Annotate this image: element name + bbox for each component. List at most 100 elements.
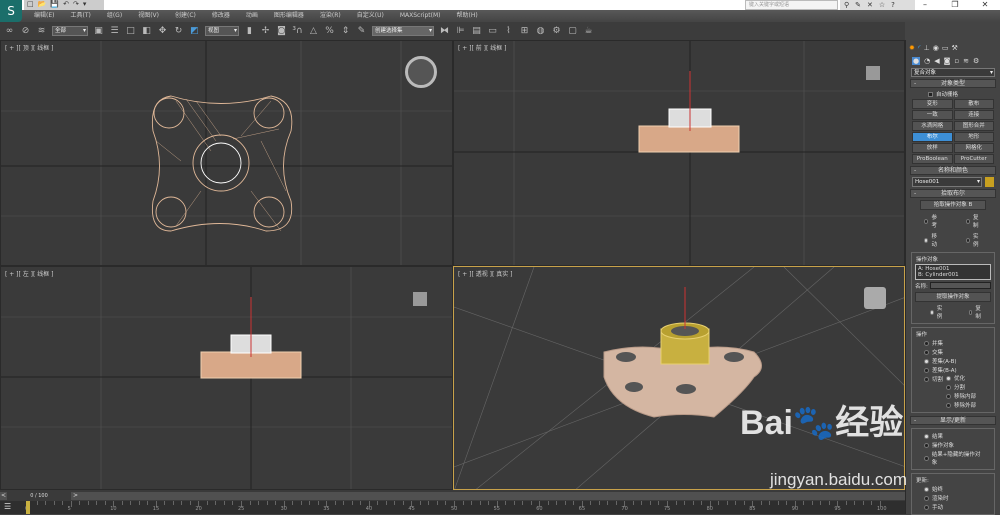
maximize-button[interactable]: ❐ (940, 0, 970, 10)
menu-item[interactable]: 图形编辑器 (266, 10, 312, 22)
operands-list[interactable]: A: Hose001 B: Cylinder001 (915, 264, 991, 280)
object-type-button[interactable]: 地形 (953, 132, 994, 142)
autogrid-checkbox[interactable] (928, 91, 933, 97)
rotate-icon[interactable]: ↻ (173, 26, 184, 37)
object-type-button[interactable]: 一致 (912, 110, 953, 120)
open-icon[interactable]: 📂 (38, 0, 47, 10)
radio-button[interactable] (924, 349, 929, 355)
unlink-icon[interactable]: ⊘ (20, 26, 31, 37)
link-icon[interactable]: ∞ (4, 26, 15, 37)
update-option[interactable]: 手动 (924, 503, 982, 511)
radio-button[interactable] (924, 358, 929, 364)
radio-button[interactable] (924, 442, 929, 448)
object-type-button[interactable]: ProBoolean (912, 154, 953, 164)
schematic-view-icon[interactable]: ⊞ (519, 26, 530, 37)
close-button[interactable]: ✕ (970, 0, 1000, 10)
render-setup-icon[interactable]: ⚙ (551, 26, 562, 37)
window-crossing-icon[interactable]: ◧ (141, 26, 152, 37)
helpers-icon[interactable]: ▫ (954, 57, 959, 65)
undo-icon[interactable]: ↶ (63, 0, 69, 10)
curve-editor-icon[interactable]: ⌇ (503, 26, 514, 37)
menu-item[interactable]: 帮助(H) (449, 10, 486, 22)
display-option[interactable]: 操作对象 (924, 441, 982, 449)
menu-item[interactable]: 工具(T) (62, 10, 98, 22)
object-type-button[interactable]: 网格化 (953, 143, 994, 153)
search-input[interactable]: 键入关键字或短语 (745, 0, 838, 10)
menu-item[interactable]: 修改器 (204, 10, 238, 22)
angle-snap-icon[interactable]: △ (308, 26, 319, 37)
radio-button[interactable] (924, 218, 929, 224)
align-icon[interactable]: ⊫ (455, 26, 466, 37)
viewport-front[interactable]: [ + ][ 前 ][ 线框 ] (453, 40, 905, 266)
menu-item[interactable]: 组(G) (99, 10, 130, 22)
redo-icon[interactable]: ↷ (73, 0, 79, 10)
radio-button[interactable] (965, 237, 970, 243)
extract-option[interactable]: 实例 (930, 304, 944, 320)
object-type-button[interactable]: 水滴网格 (912, 121, 953, 131)
object-name-input[interactable]: Hose001 (912, 177, 982, 187)
radio-button[interactable] (924, 367, 929, 373)
cut-option[interactable]: 移除内部 (946, 392, 982, 400)
pick-operand-b-button[interactable]: 拾取操作对象 B (920, 200, 986, 210)
prev-frame-icon[interactable]: < (1, 492, 6, 499)
viewport-perspective[interactable]: [ + ][ 透视 ][ 真实 ] (453, 266, 905, 490)
operation-option[interactable]: 差集(B-A) (924, 366, 982, 374)
cut-option[interactable]: 分割 (946, 383, 982, 391)
new-icon[interactable]: □ (27, 0, 34, 10)
customize-dropdown-icon[interactable]: ▾ (83, 0, 87, 10)
radio-button[interactable] (924, 376, 929, 382)
spacewarps-icon[interactable]: ≋ (963, 57, 969, 65)
radio-button[interactable] (924, 504, 929, 510)
move-icon[interactable]: ✥ (157, 26, 168, 37)
radio-button[interactable] (924, 486, 929, 492)
create-tab-icon[interactable]: ✹ (909, 44, 915, 52)
geometry-icon[interactable]: ● (912, 57, 921, 65)
scale-icon[interactable]: ◩ (189, 26, 200, 37)
named-selection-dropdown[interactable]: 创建选择集 (372, 26, 434, 36)
menu-item[interactable]: MAXScript(M) (392, 10, 449, 22)
select-by-name-icon[interactable]: ☰ (109, 26, 120, 37)
object-type-button[interactable]: 散布 (953, 99, 994, 109)
operation-option[interactable]: 交集 (924, 348, 982, 356)
motion-tab-icon[interactable]: ◉ (933, 44, 939, 52)
operation-option[interactable]: 差集(A-B) (924, 357, 982, 365)
radio-button[interactable] (968, 309, 973, 315)
cut-option[interactable]: 优化 (946, 374, 982, 382)
display-option[interactable]: 结果 (924, 432, 982, 440)
menu-item[interactable]: 渲染(R) (312, 10, 349, 22)
display-tab-icon[interactable]: ▭ (942, 44, 949, 52)
viewcube[interactable] (413, 292, 427, 306)
menu-item[interactable]: 编辑(E) (26, 10, 62, 22)
select-manipulate-icon[interactable]: ✢ (260, 26, 271, 37)
viewport-label[interactable]: [ + ][ 顶 ][ 线框 ] (5, 43, 54, 52)
viewcube[interactable] (866, 66, 880, 80)
operation-option[interactable]: 并集 (924, 339, 982, 347)
time-slider[interactable]: < 0 / 100 > (0, 492, 905, 500)
category-dropdown[interactable]: 复合对象 (911, 68, 995, 77)
star-icon[interactable]: ☆ (879, 0, 885, 10)
rollout-display-update[interactable]: 显示/更新 (910, 416, 996, 425)
mini-curve-editor-icon[interactable]: ☰ (4, 502, 11, 511)
pivot-icon[interactable]: ▮ (244, 26, 255, 37)
extract-operand-button[interactable]: 提取操作对象 (915, 292, 991, 302)
help-icon[interactable]: ? (891, 0, 895, 10)
ribbon-icon[interactable]: ▭ (487, 26, 498, 37)
viewcube[interactable] (405, 56, 437, 88)
extract-option[interactable]: 复制 (968, 304, 983, 320)
mirror-icon[interactable]: ⧓ (439, 26, 450, 37)
shapes-icon[interactable]: ◔ (924, 57, 930, 65)
object-color-swatch[interactable] (985, 177, 994, 187)
hierarchy-tab-icon[interactable]: ⊥ (924, 44, 930, 52)
modify-tab-icon[interactable]: ◜ (918, 44, 921, 52)
operand-name-input[interactable] (929, 282, 991, 289)
pick-option[interactable]: 移动 (924, 232, 941, 248)
radio-button[interactable] (924, 433, 929, 439)
object-type-button[interactable]: 布尔 (912, 132, 953, 142)
cameras-icon[interactable]: ◙ (944, 57, 951, 65)
display-option[interactable]: 结果+隐藏的操作对象 (924, 450, 982, 466)
object-type-button[interactable]: 图形合并 (953, 121, 994, 131)
viewcube[interactable] (864, 287, 886, 309)
edit-named-selection-icon[interactable]: ✎ (356, 26, 367, 37)
radio-button[interactable] (946, 402, 951, 408)
radio-button[interactable] (924, 455, 929, 461)
